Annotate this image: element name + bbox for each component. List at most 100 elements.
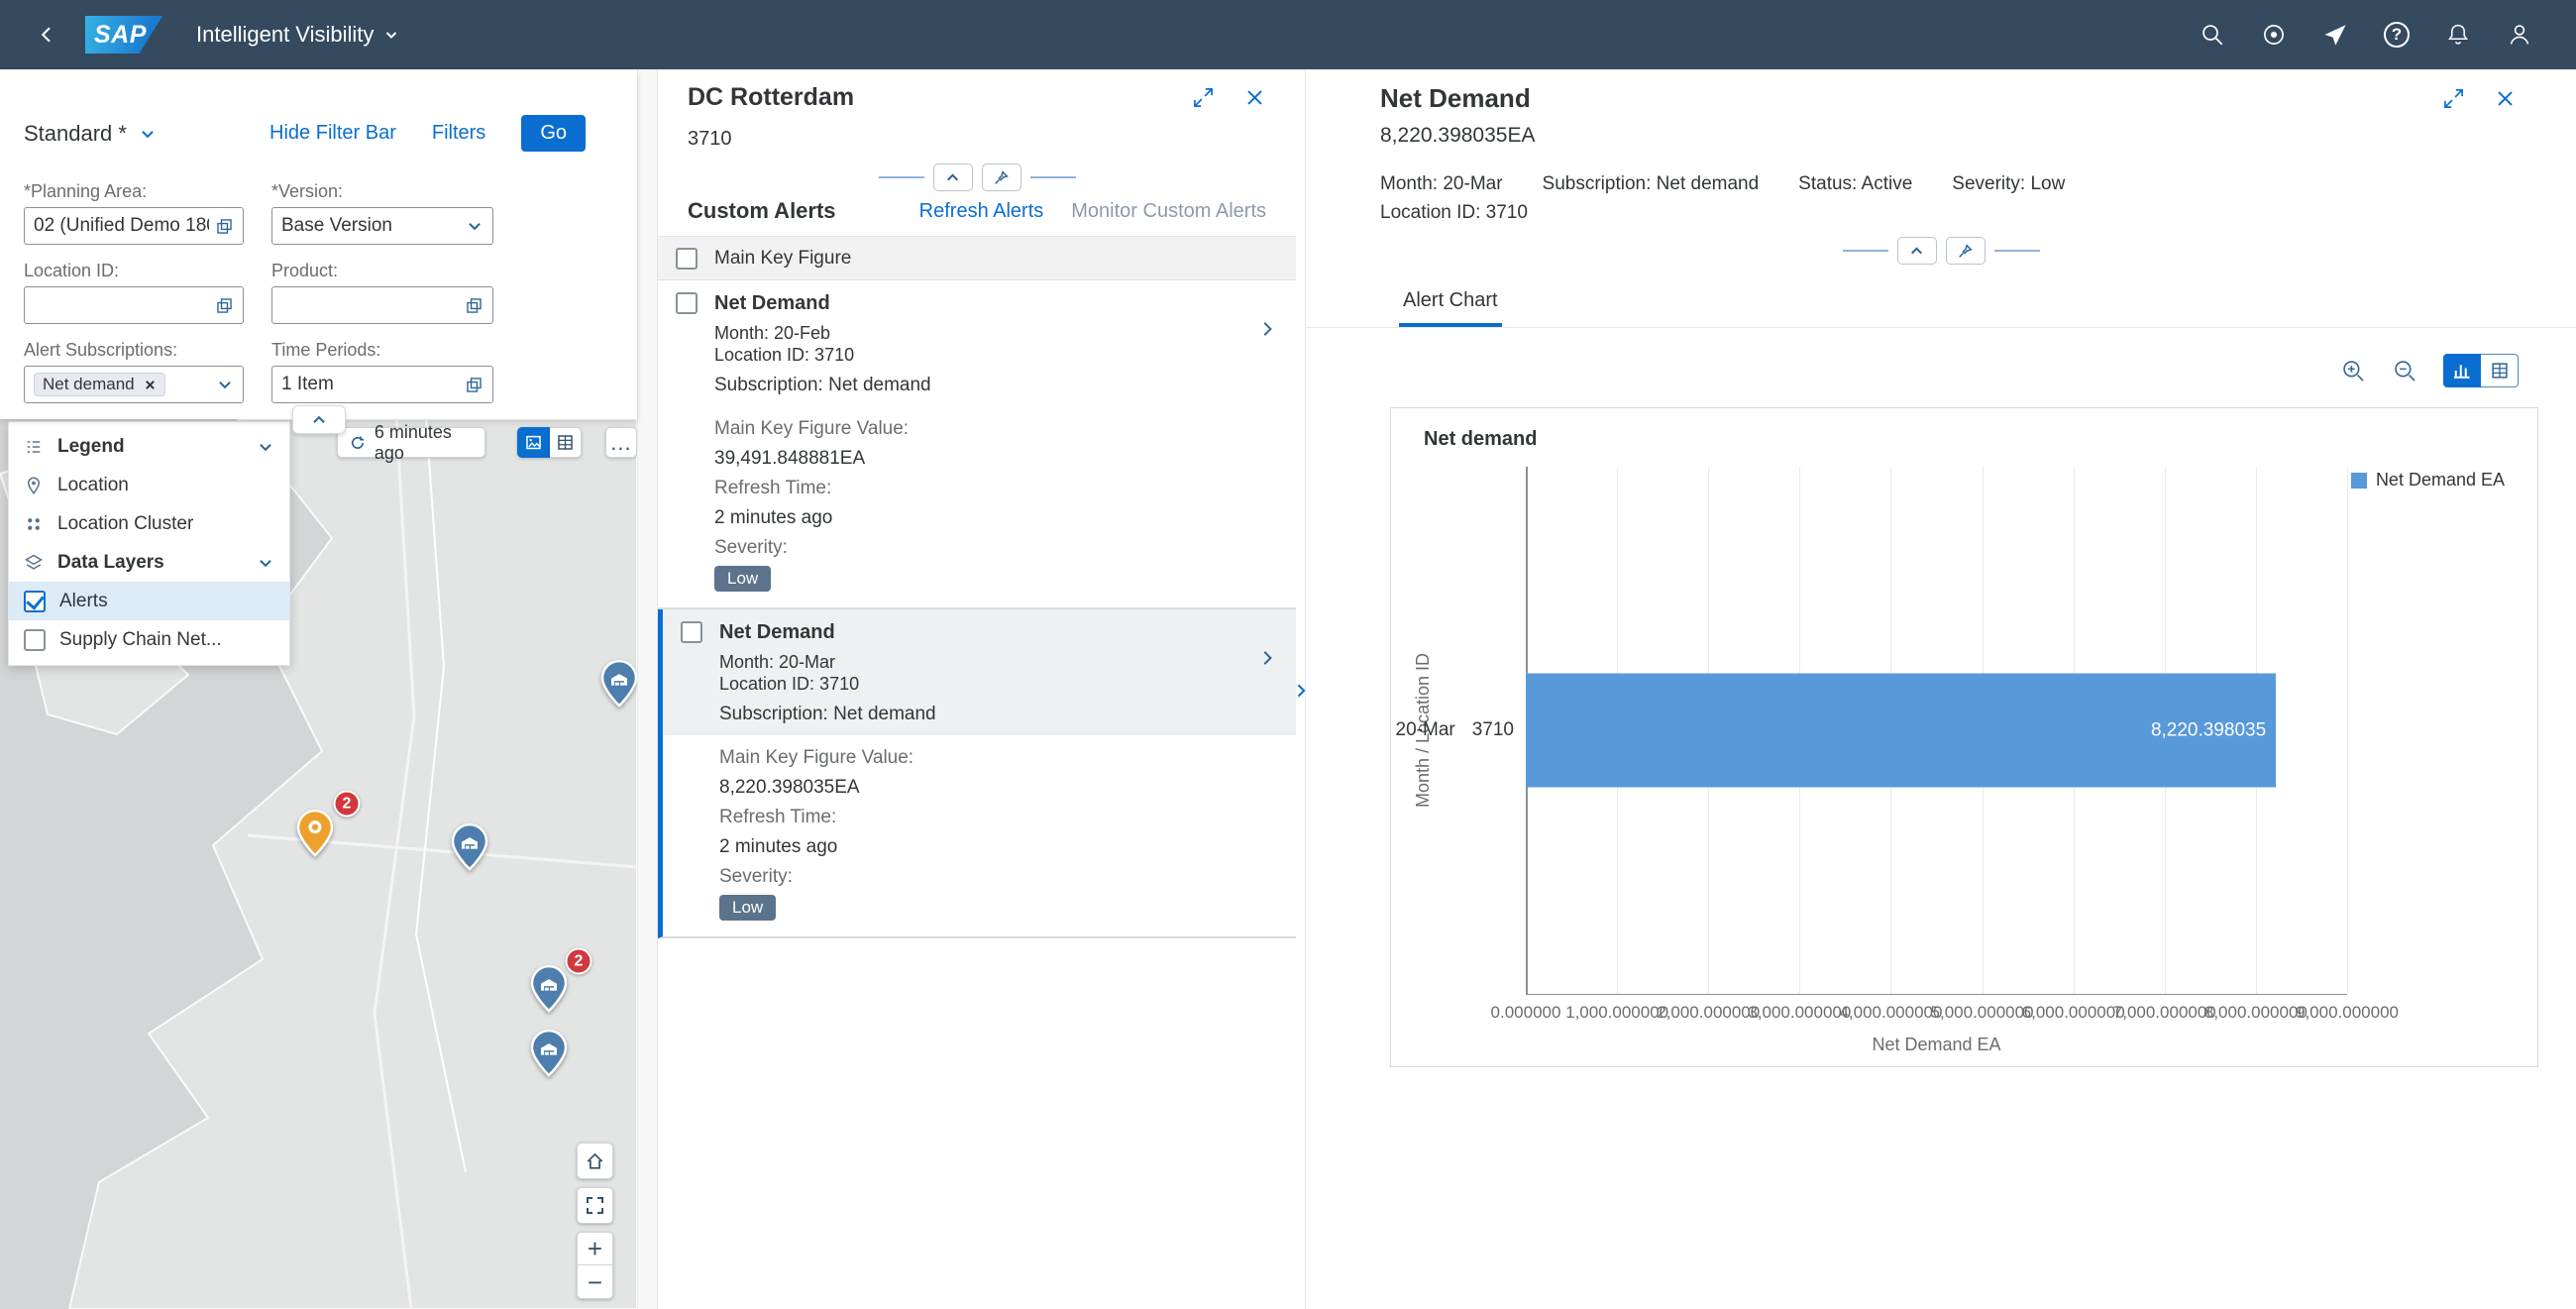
chevron-down-icon[interactable] <box>466 217 483 235</box>
version-select[interactable]: Base Version <box>271 207 493 245</box>
alert-location: Location ID: 3710 <box>719 673 1239 695</box>
copilot-icon[interactable] <box>2259 20 2289 50</box>
close-panel-icon[interactable] <box>2494 87 2517 110</box>
go-button[interactable]: Go <box>521 115 586 152</box>
mkf-label: Main Key Figure Value: <box>719 743 1278 773</box>
data-layers-title: Data Layers <box>57 552 243 574</box>
value-help-icon[interactable] <box>215 296 234 315</box>
meta-location: Location ID: 3710 <box>1380 202 2517 224</box>
left-scrollbar[interactable] <box>637 69 657 1309</box>
chart-zoom-out-icon[interactable] <box>2392 358 2417 383</box>
alert-cluster-badge[interactable]: 2 <box>566 948 592 975</box>
alert-item-checkbox[interactable] <box>676 292 698 314</box>
alerts-checkbox[interactable] <box>24 591 46 612</box>
pin-header-button[interactable] <box>1946 237 1986 265</box>
collapse-header-button[interactable] <box>1897 237 1937 265</box>
alert-cluster-badge[interactable]: 2 <box>334 791 361 818</box>
content: Standard * Hide Filter Bar Filters Go *P… <box>0 69 2576 1309</box>
zoom-in-button[interactable]: + <box>577 1232 613 1265</box>
supply-chain-checkbox[interactable] <box>24 629 46 651</box>
map-rect-select-button[interactable] <box>577 1187 613 1224</box>
legend-item-location[interactable]: Location <box>9 466 289 504</box>
chevron-right-icon[interactable] <box>1256 318 1278 340</box>
zoom-out-button[interactable]: − <box>577 1265 613 1299</box>
chart-tick-label: 3,000.000000 <box>1748 1003 1851 1023</box>
map-pin-location[interactable] <box>600 660 637 713</box>
collapse-header-button[interactable] <box>933 164 973 191</box>
close-panel-icon[interactable] <box>1243 86 1266 109</box>
product-input[interactable] <box>271 286 493 324</box>
alert-list-item-selected[interactable]: Net Demand Month: 20-Mar Location ID: 37… <box>658 609 1296 938</box>
monitor-custom-alerts-link[interactable]: Monitor Custom Alerts <box>1071 200 1266 223</box>
help-icon[interactable]: ? <box>2382 20 2412 50</box>
chart-x-axis-title: Net Demand EA <box>1526 1035 2347 1055</box>
location-id-input[interactable] <box>24 286 244 324</box>
back-icon[interactable] <box>30 18 63 52</box>
map-pin-location[interactable] <box>530 965 568 1019</box>
map-pin-location[interactable] <box>451 823 488 877</box>
time-periods-input[interactable]: 1 Item <box>271 366 493 403</box>
filters-link[interactable]: Filters <box>432 122 485 145</box>
variant-row: Standard * Hide Filter Bar Filters Go <box>24 115 637 152</box>
token-net-demand[interactable]: Net demand <box>34 373 165 396</box>
chart-view-button[interactable] <box>2443 354 2481 387</box>
legend-header[interactable]: Legend <box>9 427 289 466</box>
send-feedback-icon[interactable] <box>2320 20 2350 50</box>
map-toolbar: 6 minutes ago ... <box>337 427 637 458</box>
app-title-menu[interactable]: Intelligent Visibility <box>196 22 399 48</box>
map-pin-location[interactable] <box>530 1030 568 1083</box>
chevron-down-icon[interactable] <box>216 376 234 393</box>
notifications-icon[interactable] <box>2443 20 2473 50</box>
tab-alert-chart[interactable]: Alert Chart <box>1399 279 1502 327</box>
layer-row-alerts[interactable]: Alerts <box>9 582 289 620</box>
variant-selector[interactable]: Standard * <box>24 121 157 147</box>
chevron-down-icon <box>383 27 399 43</box>
expand-panel-icon[interactable] <box>2441 86 2466 111</box>
planning-area-input[interactable]: 02 (Unified Demo 1802) <box>24 207 244 245</box>
pin-header-button[interactable] <box>982 164 1021 191</box>
value-help-icon[interactable] <box>465 296 483 315</box>
legend-item-location-cluster[interactable]: Location Cluster <box>9 504 289 543</box>
map-view-toggle[interactable] <box>517 427 549 458</box>
collapse-filter-bar-button[interactable] <box>292 405 346 434</box>
map-pin-alert[interactable] <box>296 810 334 863</box>
refresh-alerts-link[interactable]: Refresh Alerts <box>919 200 1044 223</box>
chart-zoom-in-icon[interactable] <box>2340 358 2366 383</box>
alerts-list: Main Key Figure Net Demand Month: 20-Feb… <box>658 236 1296 1309</box>
layer-row-supply-chain[interactable]: Supply Chain Net... <box>9 620 289 659</box>
map[interactable]: Legend Location Location Cluster Data La… <box>0 419 637 1309</box>
alert-month: Month: 20-Feb <box>714 322 1239 344</box>
left-main: Standard * Hide Filter Bar Filters Go *P… <box>0 69 637 1309</box>
search-icon[interactable] <box>2198 20 2227 50</box>
refresh-button[interactable]: 6 minutes ago <box>337 427 485 458</box>
expand-panel-icon[interactable] <box>1191 85 1216 110</box>
meta-status: Status: Active <box>1798 173 1912 195</box>
select-all-checkbox[interactable] <box>676 248 698 270</box>
panel-splitter[interactable] <box>1296 69 1306 1309</box>
map-overflow-button[interactable]: ... <box>605 427 637 458</box>
chevron-right-icon[interactable] <box>1256 647 1278 669</box>
table-view-button[interactable] <box>2481 354 2519 387</box>
alert-item-checkbox[interactable] <box>681 621 702 643</box>
chart-bar[interactable]: 8,220.398035 <box>1526 674 2276 788</box>
map-home-button[interactable] <box>577 1143 613 1179</box>
token-remove-icon[interactable] <box>144 379 157 391</box>
data-layers-header[interactable]: Data Layers <box>9 543 289 582</box>
chevron-down-icon[interactable] <box>257 438 274 456</box>
chevron-down-icon[interactable] <box>257 554 274 572</box>
value-help-icon[interactable] <box>215 217 234 236</box>
alert-list-item[interactable]: Net Demand Month: 20-Feb Location ID: 37… <box>658 280 1296 609</box>
value-help-icon[interactable] <box>465 376 483 394</box>
filter-bar-actions: Hide Filter Bar Filters Go <box>269 115 586 152</box>
alert-subscriptions-input[interactable]: Net demand <box>24 366 244 403</box>
expand-splitter-button[interactable] <box>1289 674 1313 708</box>
chevron-up-icon <box>944 169 961 186</box>
hide-filter-bar-link[interactable]: Hide Filter Bar <box>269 122 396 145</box>
refresh-time-value: 2 minutes ago <box>714 503 1278 533</box>
map-controls: + − <box>577 1143 613 1299</box>
table-view-toggle[interactable] <box>550 427 582 458</box>
user-icon[interactable] <box>2505 20 2534 50</box>
legend-title: Legend <box>57 436 243 458</box>
chart-legend[interactable]: Net Demand EA <box>2351 470 2505 491</box>
alerts-group-header[interactable]: Main Key Figure <box>658 237 1296 280</box>
